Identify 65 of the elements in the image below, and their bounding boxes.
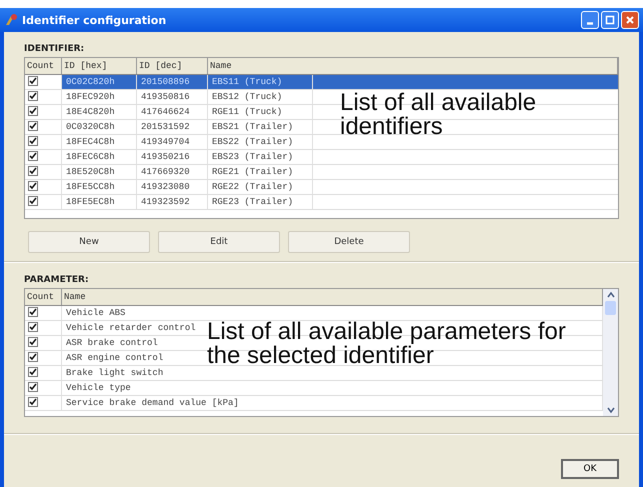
column-header[interactable]: ID [hex] (62, 58, 137, 74)
checkbox[interactable] (28, 91, 38, 101)
table-cell[interactable]: EBS22 (Trailer) (208, 135, 313, 149)
column-header[interactable]: ID [dec] (137, 58, 208, 74)
window-title: Identifier configuration (22, 14, 168, 26)
table-cell[interactable]: EBS21 (Trailer) (208, 120, 313, 134)
checkbox[interactable] (28, 106, 38, 116)
checkbox[interactable] (28, 181, 38, 191)
table-cell[interactable]: 18E520C8h (62, 165, 137, 179)
action-button[interactable]: New (28, 231, 150, 253)
table-cell[interactable]: RGE23 (Trailer) (208, 195, 313, 209)
minimize-icon (587, 22, 593, 24)
table-cell[interactable]: EBS12 (Truck) (208, 90, 313, 104)
checkbox[interactable] (28, 151, 38, 161)
checkbox[interactable] (28, 382, 38, 392)
table-cell[interactable]: 18FEC4C8h (62, 135, 137, 149)
checkbox[interactable] (28, 136, 38, 146)
table-cell[interactable]: 18FE5EC8h (62, 195, 137, 209)
app-icon (4, 13, 18, 27)
table-cell[interactable]: 18FEC6C8h (62, 150, 137, 164)
scrollbar[interactable] (603, 289, 618, 416)
checkbox[interactable] (28, 121, 38, 131)
action-button[interactable]: Edit (158, 231, 280, 253)
action-button[interactable]: Delete (288, 231, 410, 253)
checkbox[interactable] (28, 196, 38, 206)
table-cell[interactable]: RGE22 (Trailer) (208, 180, 313, 194)
minimize-button[interactable] (581, 11, 599, 29)
table-cell[interactable]: 201531592 (137, 120, 208, 134)
column-header[interactable]: Count (25, 58, 62, 74)
table-cell[interactable]: 417669320 (137, 165, 208, 179)
table-cell[interactable]: EBS23 (Trailer) (208, 150, 313, 164)
annotation-text: List of all available identifiers (340, 91, 538, 139)
table-cell[interactable]: 18FE5CC8h (62, 180, 137, 194)
table-cell[interactable]: 417646624 (137, 105, 208, 119)
checkbox[interactable] (28, 397, 38, 407)
table-cell[interactable]: 0C02C820h (62, 75, 137, 89)
checkbox[interactable] (28, 76, 38, 86)
checkbox[interactable] (28, 352, 38, 362)
table-cell[interactable]: 419350216 (137, 150, 208, 164)
maximize-icon (605, 15, 615, 25)
table-cell[interactable]: 419349704 (137, 135, 208, 149)
table-cell[interactable]: RGE11 (Truck) (208, 105, 313, 119)
table-cell[interactable]: 419323592 (137, 195, 208, 209)
close-icon (625, 15, 635, 25)
table-cell[interactable]: 0C0320C8h (62, 120, 137, 134)
ok-button[interactable]: OK (561, 459, 619, 479)
maximize-button[interactable] (601, 11, 619, 29)
checkbox[interactable] (28, 367, 38, 377)
table-cell[interactable]: 18E4C820h (62, 105, 137, 119)
table-cell[interactable]: 419323080 (137, 180, 208, 194)
checkbox[interactable] (28, 337, 38, 347)
checkbox[interactable] (28, 322, 38, 332)
table-cell[interactable]: EBS11 (Truck) (208, 75, 313, 89)
column-header[interactable]: Count (25, 289, 62, 305)
column-header[interactable]: Name (208, 58, 618, 74)
checkbox[interactable] (28, 307, 38, 317)
table-cell[interactable]: 201508896 (137, 75, 208, 89)
close-button[interactable] (621, 11, 639, 29)
table-cell[interactable]: 419350816 (137, 90, 208, 104)
table-cell[interactable]: RGE21 (Trailer) (208, 165, 313, 179)
section-label: PARAMETER: (24, 275, 89, 285)
section-label: IDENTIFIER: (24, 44, 84, 54)
checkbox[interactable] (28, 166, 38, 176)
scroll-thumb[interactable] (605, 301, 616, 315)
table-cell[interactable]: 18FEC920h (62, 90, 137, 104)
